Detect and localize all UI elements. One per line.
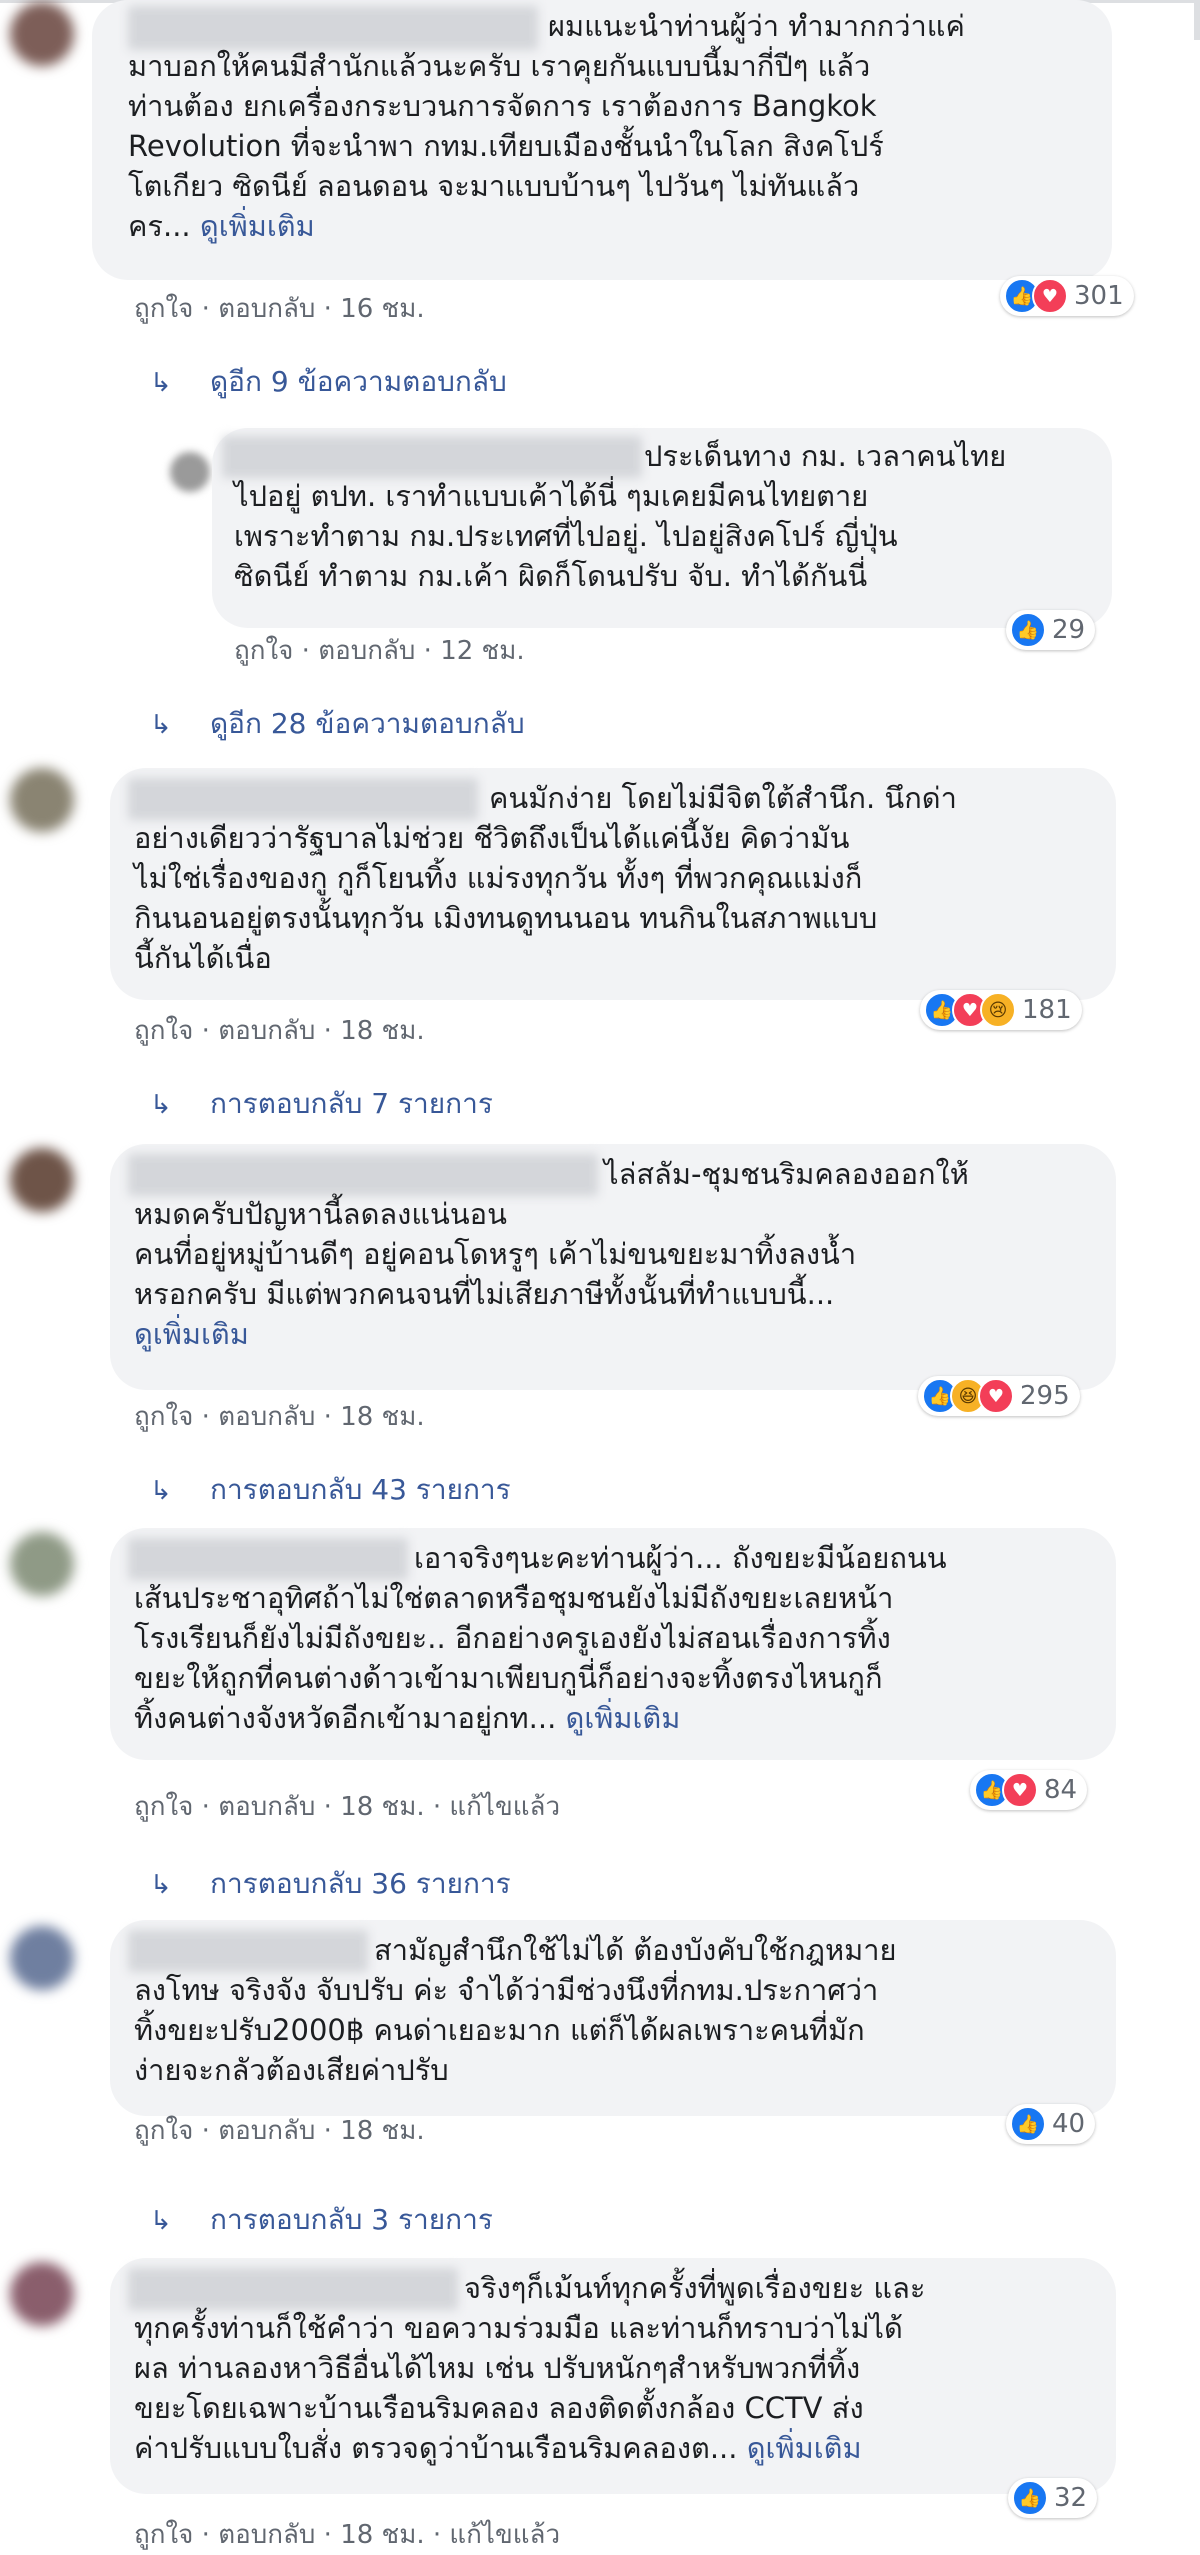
reply-link[interactable]: ตอบกลับ xyxy=(318,636,415,666)
like-icon: 👍 xyxy=(1012,2480,1048,2516)
comment-actions: ถูกใจ · ตอบกลับ · 18 ชม. xyxy=(134,2116,425,2146)
comment-actions: ถูกใจ · ตอบกลับ · 16 ชม. xyxy=(134,294,425,324)
like-icon: 👍 xyxy=(1010,612,1046,648)
comment-text: ผมแนะนำท่านผู้ว่า ทำมากกว่าแค่ มาบอกให้ค… xyxy=(128,9,965,243)
comment-actions: ถูกใจ · ตอบกลับ · 18 ชม. · แก้ไขแล้ว xyxy=(134,2520,561,2550)
reply-link[interactable]: ตอบกลับ xyxy=(218,2116,315,2146)
reaction-summary[interactable]: 👍 29 xyxy=(1006,610,1096,650)
like-link[interactable]: ถูกใจ xyxy=(234,636,293,666)
avatar[interactable] xyxy=(170,452,210,492)
see-more-link[interactable]: ดูเพิ่มเติม xyxy=(200,209,315,243)
like-link[interactable]: ถูกใจ xyxy=(134,1792,193,1822)
comment-text: ไล่สลัม-ชุมชนริมคลองออกให้ หมดครับปัญหาน… xyxy=(134,1157,969,1351)
comment-text: เอาจริงๆนะคะท่านผู้ว่า... ถังขยะมีน้อยถน… xyxy=(134,1541,947,1735)
reaction-summary[interactable]: 👍 40 xyxy=(1006,2104,1096,2144)
comment-actions: ถูกใจ · ตอบกลับ · 12 ชม. xyxy=(234,636,525,666)
love-icon: ♥ xyxy=(1032,278,1068,314)
reaction-count: 29 xyxy=(1052,615,1086,645)
edited-label[interactable]: แก้ไขแล้ว xyxy=(449,2520,560,2550)
comment-actions: ถูกใจ · ตอบกลับ · 18 ชม. xyxy=(134,1016,425,1046)
avatar[interactable] xyxy=(10,2262,74,2326)
comment-actions: ถูกใจ · ตอบกลับ · 18 ชม. xyxy=(134,1402,425,1432)
reaction-count: 181 xyxy=(1022,995,1072,1025)
like-icon: 👍 xyxy=(1010,2106,1046,2142)
timestamp[interactable]: 18 ชม. xyxy=(340,2116,424,2146)
comment-text: จริงๆก็เม้นท์ทุกครั้งที่พูดเรื่องขยะ และ… xyxy=(134,2271,926,2465)
comment-text: คนมักง่าย โดยไม่มีจิตใต้สำนึก. นึกด่า อย… xyxy=(134,781,957,975)
reaction-count: 32 xyxy=(1054,2483,1088,2513)
view-replies-link[interactable]: ↳ ดูอีก 28 ข้อความตอบกลับ xyxy=(150,702,525,746)
like-link[interactable]: ถูกใจ xyxy=(134,2520,193,2550)
see-more-link[interactable]: ดูเพิ่มเติม xyxy=(747,2431,862,2465)
view-replies-link[interactable]: ↳ การตอบกลับ 3 รายการ xyxy=(150,2198,493,2242)
view-replies-link[interactable]: ↳ การตอบกลับ 43 รายการ xyxy=(150,1468,511,1512)
view-replies-link[interactable]: ↳ การตอบกลับ 7 รายการ xyxy=(150,1082,493,1126)
comment-actions: ถูกใจ · ตอบกลับ · 18 ชม. · แก้ไขแล้ว xyxy=(134,1792,561,1822)
reaction-summary[interactable]: 👍 32 xyxy=(1008,2478,1098,2518)
see-more-link[interactable]: ดูเพิ่มเติม xyxy=(134,1317,249,1351)
timestamp[interactable]: 18 ชม. xyxy=(340,1792,424,1822)
reply-arrow-icon: ↳ xyxy=(150,710,172,740)
reaction-count: 84 xyxy=(1044,1775,1078,1805)
like-link[interactable]: ถูกใจ xyxy=(134,294,193,324)
reaction-summary[interactable]: 👍 ♥ 84 xyxy=(970,1770,1088,1810)
comment-text: ประเด็นทาง กม. เวลาคนไทย ไปอยู่ ตปท. เรา… xyxy=(234,439,1007,593)
reply-arrow-icon: ↳ xyxy=(150,1090,172,1120)
reaction-summary[interactable]: 👍 ♥ 😢 181 xyxy=(920,990,1082,1030)
like-link[interactable]: ถูกใจ xyxy=(134,1016,193,1046)
love-icon: ♥ xyxy=(1002,1772,1038,1808)
reply-link[interactable]: ตอบกลับ xyxy=(218,294,315,324)
reaction-summary[interactable]: 👍 ♥ 301 xyxy=(1000,276,1134,316)
comment-text: สามัญสำนึกใช้ไม่ได้ ต้องบังคับใช้กฎหมาย … xyxy=(134,1933,897,2087)
reply-arrow-icon: ↳ xyxy=(150,2206,172,2236)
timestamp[interactable]: 12 ชม. xyxy=(440,636,524,666)
reply-arrow-icon: ↳ xyxy=(150,1870,172,1900)
avatar[interactable] xyxy=(10,1532,74,1596)
reaction-count: 301 xyxy=(1074,281,1124,311)
avatar[interactable] xyxy=(10,1926,74,1990)
reply-link[interactable]: ตอบกลับ xyxy=(218,1016,315,1046)
sad-icon: 😢 xyxy=(980,992,1016,1028)
reply-arrow-icon: ↳ xyxy=(150,368,172,398)
reaction-count: 40 xyxy=(1052,2109,1086,2139)
view-replies-link[interactable]: ↳ การตอบกลับ 36 รายการ xyxy=(150,1862,511,1906)
edited-label[interactable]: แก้ไขแล้ว xyxy=(449,1792,560,1822)
like-link[interactable]: ถูกใจ xyxy=(134,1402,193,1432)
scrollbar[interactable] xyxy=(1194,0,1200,40)
avatar[interactable] xyxy=(10,1148,74,1212)
reply-arrow-icon: ↳ xyxy=(150,1476,172,1506)
reply-link[interactable]: ตอบกลับ xyxy=(218,1792,315,1822)
reaction-summary[interactable]: 👍 😆 ♥ 295 xyxy=(918,1376,1080,1416)
view-replies-link[interactable]: ↳ ดูอีก 9 ข้อความตอบกลับ xyxy=(150,360,507,404)
timestamp[interactable]: 18 ชม. xyxy=(340,2520,424,2550)
timestamp[interactable]: 16 ชม. xyxy=(340,294,424,324)
timestamp[interactable]: 18 ชม. xyxy=(340,1016,424,1046)
see-more-link[interactable]: ดูเพิ่มเติม xyxy=(566,1701,681,1735)
like-link[interactable]: ถูกใจ xyxy=(134,2116,193,2146)
reply-link[interactable]: ตอบกลับ xyxy=(218,1402,315,1432)
love-icon: ♥ xyxy=(978,1378,1014,1414)
timestamp[interactable]: 18 ชม. xyxy=(340,1402,424,1432)
reaction-count: 295 xyxy=(1020,1381,1070,1411)
avatar[interactable] xyxy=(10,2,74,66)
avatar[interactable] xyxy=(10,768,74,832)
reply-link[interactable]: ตอบกลับ xyxy=(218,2520,315,2550)
